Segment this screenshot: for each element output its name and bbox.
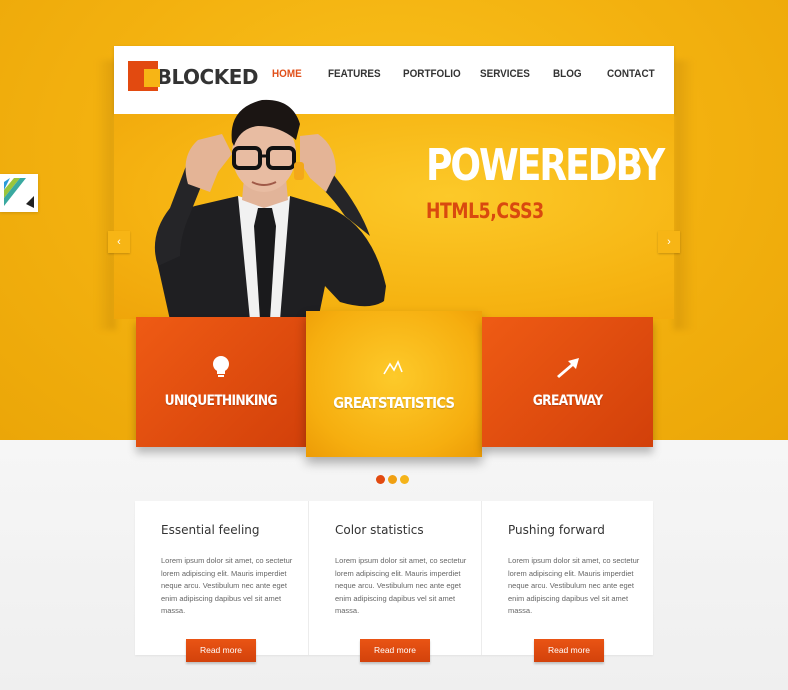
logo-mark [128, 61, 160, 93]
nav-services[interactable]: SERVICES [480, 68, 530, 80]
feature-label: UNIQUETHINKING [164, 393, 278, 409]
read-more-button[interactable]: Read more [534, 639, 604, 662]
slider-prev-button[interactable]: ‹ [108, 231, 130, 253]
logo-text: BLOCKED [156, 65, 259, 89]
card-title: Essential feeling [161, 523, 260, 537]
slider-dot[interactable] [400, 475, 409, 484]
slider-dot[interactable] [388, 475, 397, 484]
nav-home[interactable]: HOME [272, 68, 302, 80]
nav-features[interactable]: FEATURES [328, 68, 381, 80]
lightbulb-icon [211, 355, 231, 379]
card-title: Pushing forward [508, 523, 605, 537]
hero-subtitle: HTML5,CSS3 [426, 199, 544, 223]
card-color-statistics: Color statistics Lorem ipsum dolor sit a… [308, 501, 480, 655]
card-text: Lorem ipsum dolor sit amet, co sectetur … [161, 556, 293, 615]
card-text: Lorem ipsum dolor sit amet, co sectetur … [508, 556, 640, 615]
hero-person-image [154, 99, 386, 320]
chevron-left-icon: ‹ [117, 236, 121, 248]
card-essential-feeling: Essential feeling Lorem ipsum dolor sit … [135, 501, 307, 655]
nav-blog[interactable]: BLOG [553, 68, 582, 80]
page-shadow-left [96, 60, 116, 330]
card-text: Lorem ipsum dolor sit amet, co sectetur … [335, 556, 467, 615]
page-shadow-right [674, 60, 694, 330]
nav-portfolio[interactable]: PORTFOLIO [403, 68, 461, 80]
chevron-right-icon: › [667, 236, 671, 248]
read-more-button[interactable]: Read more [360, 639, 430, 662]
side-share-widget[interactable] [0, 174, 38, 212]
read-more-button[interactable]: Read more [186, 639, 256, 662]
card-pushing-forward: Pushing forward Lorem ipsum dolor sit am… [481, 501, 653, 655]
feature-great-statistics[interactable]: GREATSTATISTICS [306, 311, 482, 457]
card-title: Color statistics [335, 523, 424, 537]
nav-contact[interactable]: CONTACT [607, 68, 655, 80]
stripes-icon [4, 178, 34, 208]
slider-dots [376, 475, 409, 484]
chart-line-icon [382, 356, 406, 380]
feature-unique-thinking[interactable]: UNIQUETHINKING [136, 317, 306, 447]
feature-label: GREATWAY [532, 393, 603, 409]
hero-title: POWEREDBY [426, 140, 665, 191]
content-cards: Essential feeling Lorem ipsum dolor sit … [135, 501, 653, 655]
feature-great-way[interactable]: GREATWAY [482, 317, 653, 447]
slider-next-button[interactable]: › [658, 231, 680, 253]
slider-dot-active[interactable] [376, 475, 385, 484]
logo[interactable]: BLOCKED [128, 60, 259, 94]
arrow-up-right-icon [555, 355, 581, 379]
feature-label: GREATSTATISTICS [333, 394, 455, 412]
